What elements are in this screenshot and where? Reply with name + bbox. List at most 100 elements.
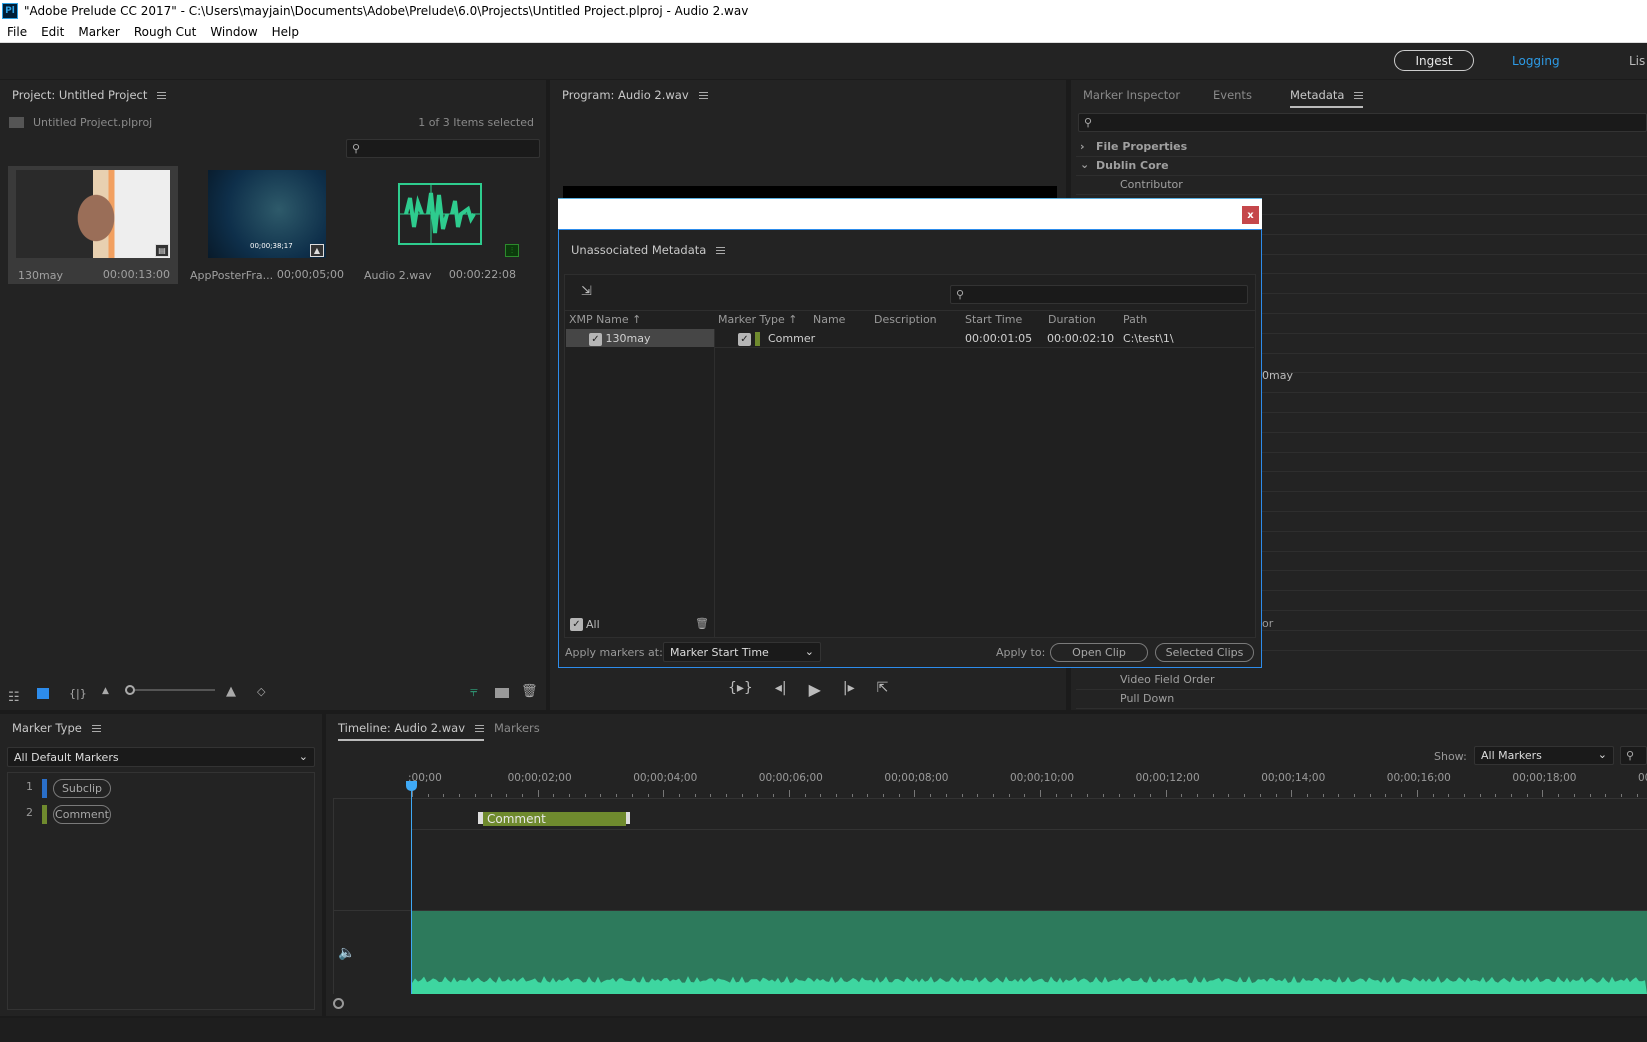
open-clip-button[interactable]: Open Clip — [1050, 643, 1148, 662]
new-bin-icon[interactable] — [495, 688, 509, 698]
project-item-130may[interactable]: ▤ 130may 00:00:13:00 — [8, 166, 178, 284]
logging-workspace[interactable]: Logging — [1512, 54, 1560, 68]
col-name[interactable]: Name — [813, 313, 845, 326]
zoom-in-icon[interactable]: ▲ — [226, 684, 236, 699]
tab-metadata[interactable]: Metadata — [1290, 88, 1364, 108]
panel-menu-icon[interactable] — [475, 723, 484, 734]
ruler-tick — [1008, 794, 1010, 797]
marker-comment-button[interactable]: Comment — [53, 805, 111, 824]
item-duration: 00:00:13:00 — [102, 268, 170, 281]
ruler-tick — [647, 794, 649, 797]
delete-icon[interactable]: 🗑 — [521, 684, 538, 699]
play-in-to-out-icon[interactable]: {▸} — [728, 680, 753, 699]
ruler-tick — [1369, 794, 1371, 797]
trash-icon[interactable]: 🗑 — [695, 617, 709, 630]
apply-at-dropdown[interactable]: Marker Start Time ⌄ — [663, 642, 821, 662]
project-file-name: Untitled Project.plproj — [33, 116, 153, 129]
zoom-out-icon[interactable]: ▲ — [102, 686, 109, 696]
ingest-button[interactable]: Ingest — [1394, 50, 1474, 71]
col-path[interactable]: Path — [1123, 313, 1147, 326]
marker-subclip-button[interactable]: Subclip — [53, 779, 111, 798]
panel-menu-icon[interactable] — [698, 90, 708, 101]
col-duration[interactable]: Duration — [1048, 313, 1096, 326]
select-all-checkbox[interactable]: ✓ All — [570, 618, 600, 631]
metadata-search-input[interactable]: ⚲ — [1078, 113, 1647, 132]
field-label-partial: or — [1262, 617, 1274, 630]
selected-clips-button[interactable]: Selected Clips — [1155, 643, 1254, 662]
tab-markers[interactable]: Markers — [494, 721, 540, 735]
project-item-appposterframe[interactable]: 00;00;38;17 ▲ AppPosterFra... 00;00;05;0… — [182, 166, 352, 284]
panel-menu-icon[interactable] — [91, 723, 101, 734]
col-start-time[interactable]: Start Time — [965, 313, 1022, 326]
ruler-tick — [600, 794, 602, 797]
selection-count: 1 of 3 Items selected — [418, 116, 534, 129]
col-marker-type[interactable]: Marker Type ↑ — [718, 313, 798, 326]
tab-events[interactable]: Events — [1213, 88, 1252, 102]
col-description[interactable]: Description — [874, 313, 937, 326]
play-icon[interactable]: ▶ — [809, 680, 821, 699]
ruler-tick — [1354, 794, 1355, 797]
checkbox[interactable]: ✓ — [589, 333, 602, 346]
speaker-icon[interactable]: 🔈 — [338, 945, 355, 961]
dropdown-value: Marker Start Time — [670, 646, 769, 659]
marker-color — [42, 779, 47, 798]
section-label: Dublin Core — [1096, 159, 1169, 172]
ruler-tick — [1620, 794, 1622, 797]
panel-menu-icon[interactable] — [1354, 90, 1364, 101]
ruler-tick — [631, 794, 633, 797]
field-label: Video Field Order — [1120, 673, 1215, 686]
step-forward-icon[interactable]: |▸ — [843, 680, 855, 699]
timeline-search-button[interactable]: ⚲ — [1620, 746, 1647, 765]
show-dropdown[interactable]: All Markers ⌄ — [1474, 746, 1614, 765]
marker-out-handle[interactable] — [626, 812, 630, 824]
list-view-icon[interactable]: ☷ — [8, 690, 20, 705]
menu-help[interactable]: Help — [265, 25, 306, 39]
export-frame-icon[interactable]: ⇱ — [877, 680, 889, 699]
menu-file[interactable]: File — [0, 25, 34, 39]
project-search-input[interactable]: ⚲ — [346, 139, 540, 158]
freeform-view-icon[interactable]: {|} — [69, 687, 87, 700]
project-title: Project: Untitled Project — [12, 88, 148, 102]
field-label: Pull Down — [1120, 692, 1175, 705]
dialog-title-bar[interactable] — [558, 198, 1262, 229]
section-file-properties[interactable]: › File Properties — [1076, 137, 1647, 157]
audio-track-clip[interactable] — [412, 911, 1647, 994]
ruler-tick — [1197, 794, 1198, 797]
ruler-tick — [1526, 794, 1528, 797]
ruler-tick — [584, 794, 586, 797]
dropdown-value: All Markers — [1481, 749, 1542, 762]
search-icon: ⚲ — [1084, 116, 1093, 129]
ruler-tick — [1024, 794, 1026, 797]
menu-window[interactable]: Window — [203, 25, 264, 39]
dialog-search-input[interactable]: ⚲ — [950, 285, 1248, 304]
step-back-icon[interactable]: ◂| — [775, 680, 787, 699]
project-item-audio2[interactable]: ⫶ Audio 2.wav 00:00:22:08 — [354, 166, 524, 284]
col-xmp-name[interactable]: XMP Name ↑ — [569, 313, 641, 326]
field-value: 0may — [1262, 369, 1293, 382]
tab-timeline[interactable]: Timeline: Audio 2.wav — [338, 721, 484, 741]
sort-icon[interactable]: ◇ — [257, 685, 265, 698]
film-icon: ▤ — [155, 244, 169, 257]
menu-rough-cut[interactable]: Rough Cut — [127, 25, 203, 39]
close-button[interactable]: x — [1242, 206, 1259, 224]
timeline-comment-marker[interactable]: Comment — [483, 812, 626, 826]
zoom-slider[interactable] — [125, 685, 215, 695]
playhead-handle[interactable] — [406, 781, 417, 791]
section-dublin-core[interactable]: ⌄ Dublin Core — [1076, 156, 1647, 176]
marker-checkbox[interactable]: ✓ — [738, 332, 751, 346]
project-file-icon — [9, 117, 24, 128]
icon-view-icon[interactable] — [37, 688, 49, 699]
list-workspace[interactable]: Lis — [1629, 54, 1645, 68]
ruler-tick — [1322, 794, 1324, 797]
slider-handle[interactable] — [125, 685, 135, 695]
menu-marker[interactable]: Marker — [71, 25, 126, 39]
marker-preset-dropdown[interactable]: All Default Markers ⌄ — [7, 747, 315, 767]
new-rough-cut-icon[interactable]: ⫧ — [470, 684, 478, 700]
menu-edit[interactable]: Edit — [34, 25, 71, 39]
panel-menu-icon[interactable] — [157, 90, 167, 101]
timeline-zoom-handle[interactable] — [333, 998, 344, 1009]
import-icon[interactable]: ⇲ — [581, 284, 592, 299]
chevron-down-icon: ⌄ — [298, 750, 308, 763]
tab-marker-inspector[interactable]: Marker Inspector — [1083, 88, 1180, 102]
panel-menu-icon[interactable] — [716, 245, 726, 256]
